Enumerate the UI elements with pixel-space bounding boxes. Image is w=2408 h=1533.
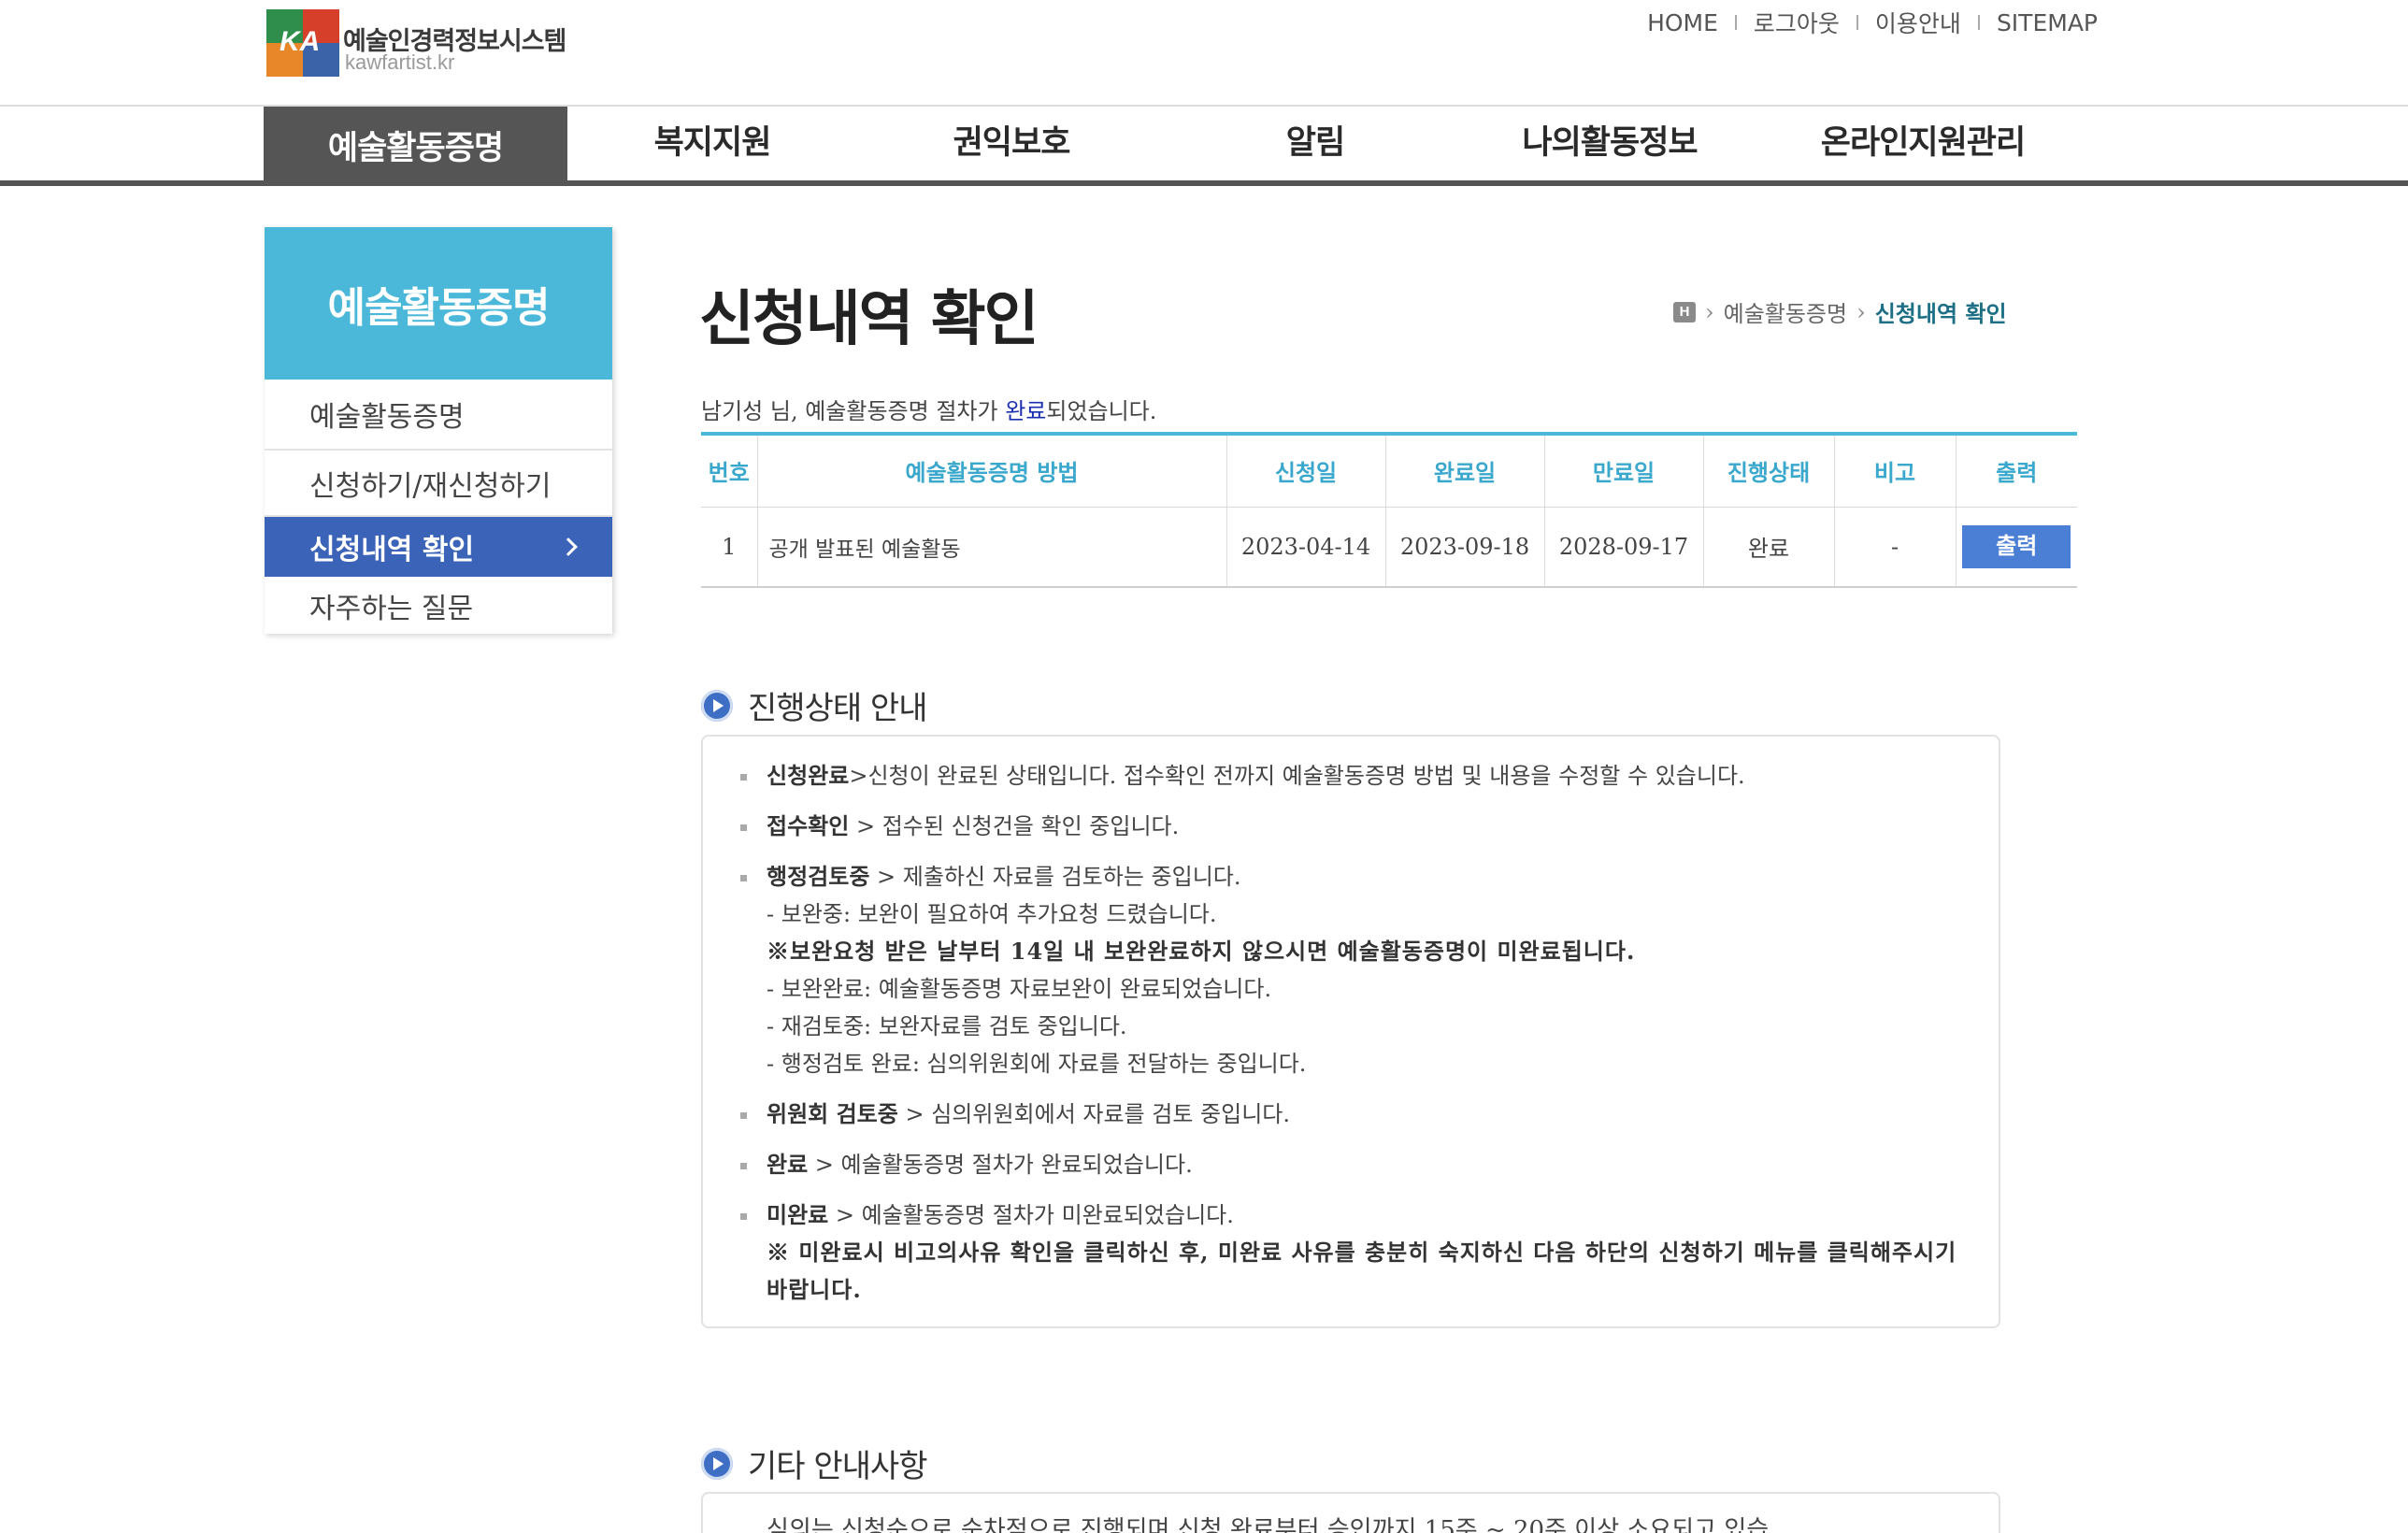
list-item: 신청완료>신청이 완료된 상태입니다. 접수확인 전까지 예술활동증명 방법 및… (740, 757, 1999, 795)
sub-item: - 보완중: 보완이 필요하여 추가요청 드렸습니다. (767, 901, 1217, 927)
gnb-item-online-support[interactable]: 온라인지원관리 (1755, 107, 2091, 183)
cell-expiry-date: 2028-09-17 (1543, 507, 1703, 587)
gnb-item-art-certification[interactable]: 예술활동증명 (264, 107, 567, 183)
chevron-right-icon: › (1856, 298, 1866, 325)
list-item: 미완료 > 예술활동증명 절차가 미완료되었습니다. ※ 미완료시 비고의사유 … (740, 1196, 1999, 1309)
gnb-bottom-border (0, 180, 2408, 186)
sub-item: - 재검토중: 보완자료를 검토 중입니다. (767, 1013, 1127, 1039)
warning-note: ※보완요청 받은 날부터 14일 내 보완완료하지 않으시면 예술활동증명이 미… (767, 938, 1636, 965)
divider (1856, 15, 1858, 30)
sub-item: - 행정검토 완료: 심의위원회에 자료를 전달하는 중입니다. (767, 1051, 1307, 1077)
sidebar-item-apply[interactable]: 신청하기/재신청하기 (265, 451, 612, 517)
site-logo[interactable]: KA 예술인경력정보시스템 kawfartist.kr (266, 7, 584, 80)
table-row: 1 공개 발표된 예술활동 2023-04-14 2023-09-18 2028… (701, 507, 2077, 587)
status-highlight: 완료 (1005, 398, 1047, 424)
table-header-row: 번호 예술활동증명 방법 신청일 완료일 만료일 진행상태 비고 출력 (701, 434, 2077, 508)
home-icon[interactable]: H (1673, 301, 1696, 322)
column-header: 예술활동증명 방법 (756, 434, 1226, 508)
sidebar-title: 예술활동증명 (265, 227, 612, 380)
section-title-text: 기타 안내사항 (748, 1448, 927, 1485)
other-notes-box: 심의는 신청순으로 순차적으로 진행되며 신청 완료부터 승인까지 15주 ~ … (701, 1492, 2000, 1533)
sub-item: - 보완완료: 예술활동증명 자료보완이 완료되었습니다. (767, 976, 1272, 1002)
divider (1734, 15, 1737, 30)
play-circle-icon (701, 1447, 733, 1480)
gnb-item-my-activity[interactable]: 나의활동정보 (1465, 107, 1755, 183)
gnb-item-welfare[interactable]: 복지지원 (567, 107, 857, 183)
logo-subtitle: kawfartist.kr (345, 50, 455, 74)
global-nav: 예술활동증명 복지지원 권익보호 알림 나의활동정보 온라인지원관리 (264, 107, 2096, 183)
divider (1977, 15, 1980, 30)
breadcrumb-current: 신청내역 확인 (1874, 300, 2007, 327)
sidebar-item-art-certification[interactable]: 예술활동증명 (265, 380, 612, 451)
play-circle-icon (701, 689, 733, 722)
column-header: 진행상태 (1702, 434, 1834, 508)
util-link-sitemap[interactable]: SITEMAP (1997, 9, 2098, 36)
chevron-right-icon (559, 537, 578, 556)
utility-nav: HOME 로그아웃 이용안내 SITEMAP (1647, 6, 2098, 39)
notes-text: 심의는 신청순으로 순차적으로 진행되며 신청 완료부터 승인까지 15주 ~ … (767, 1516, 1770, 1533)
cell-method: 공개 발표된 예술활동 (756, 507, 1226, 587)
breadcrumb-item[interactable]: 예술활동증명 (1724, 295, 1847, 328)
cell-status: 완료 (1702, 507, 1834, 587)
breadcrumb: H › 예술활동증명 › 신청내역 확인 (1673, 295, 2007, 328)
sidebar-item-history[interactable]: 신청내역 확인 (265, 517, 612, 577)
column-header: 신청일 (1226, 434, 1385, 508)
sidebar-item-label: 신청내역 확인 (309, 534, 475, 566)
print-button[interactable]: 출력 (1962, 524, 2071, 568)
column-header: 만료일 (1543, 434, 1703, 508)
list-item: 접수확인 > 접수된 신청건을 확인 중입니다. (740, 808, 1999, 845)
list-item: 완료 > 예술활동증명 절차가 완료되었습니다. (740, 1146, 1999, 1183)
gnb-item-rights[interactable]: 권익보호 (857, 107, 1166, 183)
section-title-other-notes: 기타 안내사항 (701, 1440, 927, 1486)
list-item: 위원회 검토중 > 심의위원회에서 자료를 검토 중입니다. (740, 1096, 1999, 1133)
column-header: 완료일 (1384, 434, 1544, 508)
page-title: 신청내역 확인 (699, 285, 1039, 354)
cell-completed-date: 2023-09-18 (1384, 507, 1544, 587)
warning-note: ※ 미완료시 비고의사유 확인을 클릭하신 후, 미완료 사유를 충분히 숙지하… (767, 1239, 1957, 1303)
status-message: 남기성 님, 예술활동증명 절차가 완료되었습니다. (701, 398, 1157, 424)
section-title-status-guide: 진행상태 안내 (701, 682, 927, 728)
sidebar: 예술활동증명 예술활동증명 신청하기/재신청하기 신청내역 확인 자주하는 질문 (265, 227, 612, 634)
logo-mark-icon: KA (266, 9, 339, 77)
status-guide-box: 신청완료>신청이 완료된 상태입니다. 접수확인 전까지 예술활동증명 방법 및… (701, 735, 2000, 1328)
util-link-home[interactable]: HOME (1647, 9, 1718, 36)
list-item: 행정검토중 > 제출하신 자료를 검토하는 중입니다. - 보완중: 보완이 필… (740, 858, 1999, 1082)
gnb-item-notice[interactable]: 알림 (1166, 107, 1465, 183)
cell-number: 1 (722, 533, 737, 560)
column-header: 출력 (1955, 434, 2077, 508)
cell-remark: - (1833, 507, 1956, 587)
sidebar-item-faq[interactable]: 자주하는 질문 (265, 577, 612, 635)
chevron-right-icon: › (1705, 298, 1714, 325)
column-header: 비고 (1833, 434, 1956, 508)
section-title-text: 진행상태 안내 (748, 690, 927, 727)
cell-applied-date: 2023-04-14 (1226, 507, 1385, 587)
cell-print: 출력 (1955, 507, 2077, 587)
util-link-guide[interactable]: 이용안내 (1875, 6, 1961, 39)
column-header: 번호 (701, 434, 757, 508)
util-link-logout[interactable]: 로그아웃 (1754, 6, 1840, 39)
application-table: 번호 예술활동증명 방법 신청일 완료일 만료일 진행상태 비고 출력 1 공개… (701, 432, 2077, 588)
